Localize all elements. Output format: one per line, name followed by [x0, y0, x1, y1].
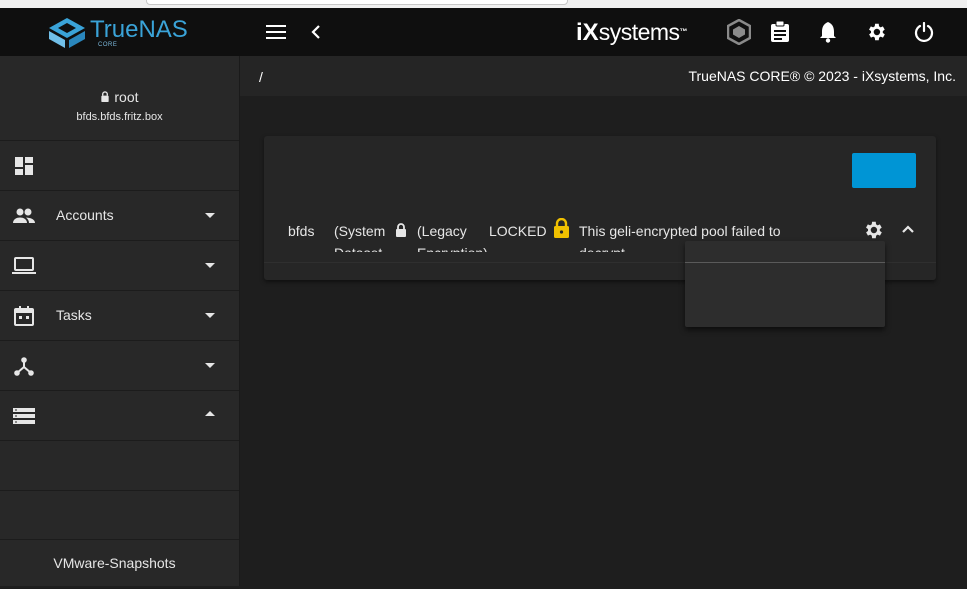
- hostname: bfds.bfds.fritz.box: [76, 111, 163, 123]
- logo-subtitle: CORE: [98, 42, 118, 48]
- storage-icon: [13, 408, 35, 424]
- power-icon[interactable]: [912, 8, 936, 56]
- user-box: root bfds.bfds.fritz.box: [0, 56, 239, 141]
- lock-icon: [101, 91, 110, 102]
- sidebar-subitem[interactable]: [0, 490, 239, 540]
- copyright-text: TrueNAS CORE® © 2023 - iXsystems, Inc.: [688, 68, 956, 84]
- dashboard-icon: [15, 157, 33, 175]
- caret-down-icon: [205, 263, 215, 268]
- pool-status: LOCKED: [489, 223, 547, 239]
- sidebar-item-label: Accounts: [56, 207, 114, 223]
- trademark-mark: ™: [679, 27, 688, 36]
- caret-down-icon: [205, 213, 215, 218]
- sidebar: root bfds.bfds.fritz.box Accounts Tasks: [0, 56, 240, 589]
- locked-status-icon: [554, 218, 569, 238]
- pool-name: bfds: [288, 223, 315, 239]
- breadcrumb-bar: / TrueNAS CORE® © 2023 - iXsystems, Inc.: [240, 56, 967, 96]
- sidebar-subitem-label: VMware-Snapshots: [53, 555, 176, 571]
- sidebar-item-system[interactable]: [0, 241, 239, 291]
- breadcrumb[interactable]: /: [259, 69, 263, 85]
- caret-down-icon: [205, 313, 215, 318]
- pool-gear-icon[interactable]: [862, 219, 884, 241]
- laptop-icon: [12, 257, 36, 274]
- sidebar-item-storage[interactable]: [0, 391, 239, 441]
- pool-actions-menu: [685, 241, 885, 327]
- sidebar-item-accounts[interactable]: Accounts: [0, 191, 239, 241]
- logo-text: TrueNAS: [90, 16, 188, 43]
- caret-up-icon: [205, 411, 215, 416]
- gear-icon[interactable]: [863, 8, 889, 56]
- top-bar: TrueNAS CORE iXsystems™: [0, 8, 967, 56]
- lock-icon: [396, 223, 406, 237]
- sidebar-item-label: Tasks: [56, 307, 92, 323]
- clipboard-icon[interactable]: [768, 8, 792, 56]
- legacy-encryption-label: (Legacy Encryption): [417, 223, 488, 252]
- back-chevron-icon[interactable]: [306, 8, 326, 56]
- username: root: [114, 89, 139, 105]
- browser-strip: [0, 0, 967, 8]
- truenas-logo-icon: [49, 18, 85, 48]
- add-pool-button[interactable]: [852, 153, 916, 188]
- sidebar-item-dashboard[interactable]: [0, 141, 239, 191]
- truecommand-icon[interactable]: [726, 8, 752, 56]
- truenas-logo[interactable]: TrueNAS CORE: [48, 17, 188, 49]
- menu-separator: [685, 262, 885, 263]
- user-label: root: [0, 89, 239, 105]
- people-icon: [13, 208, 35, 223]
- system-dataset-label: (System Dataset: [334, 223, 386, 252]
- bell-icon[interactable]: [816, 8, 840, 56]
- sidebar-subitem[interactable]: [0, 441, 239, 491]
- collapse-chevron-icon[interactable]: [902, 224, 914, 234]
- sidebar-item-tasks[interactable]: Tasks: [0, 291, 239, 341]
- ix-mark: iX: [576, 19, 599, 46]
- caret-down-icon: [205, 363, 215, 368]
- network-icon: [14, 357, 34, 376]
- sidebar-item-network[interactable]: [0, 341, 239, 391]
- sidebar-subitem-vmware-snapshots[interactable]: VMware-Snapshots: [0, 539, 239, 589]
- menu-icon[interactable]: [262, 8, 290, 56]
- ixsystems-logo[interactable]: iXsystems™: [576, 18, 688, 47]
- ix-systems-text: systems: [598, 19, 680, 45]
- url-bar[interactable]: [146, 0, 568, 5]
- calendar-icon: [14, 306, 34, 326]
